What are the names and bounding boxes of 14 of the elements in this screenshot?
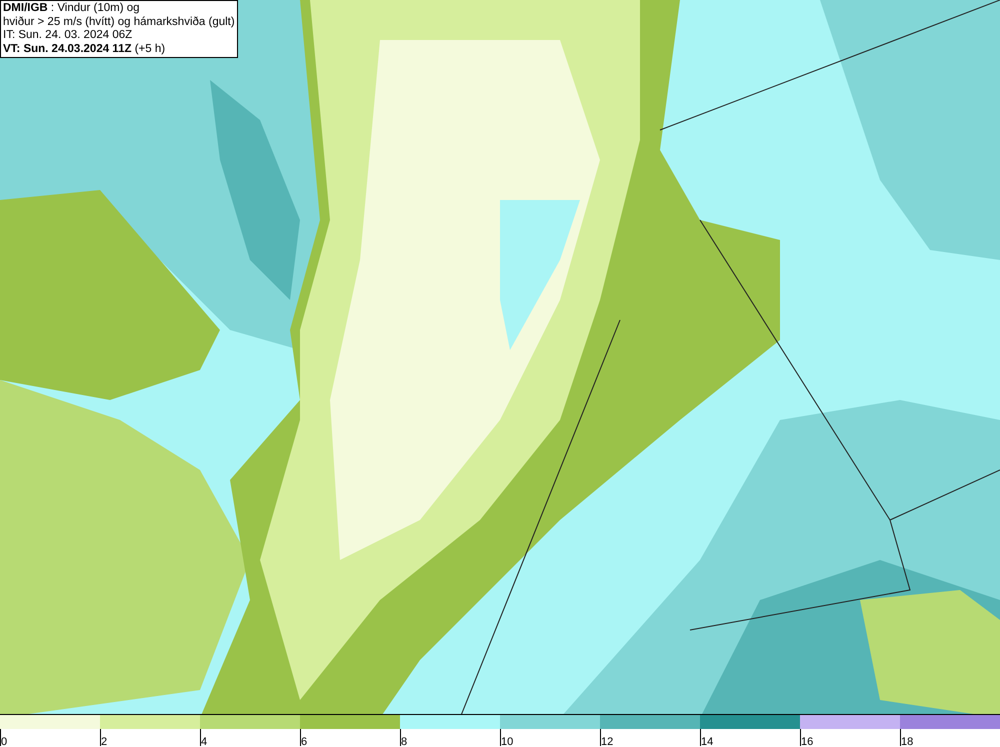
legend-tick-label: 6 bbox=[301, 736, 308, 747]
legend-tick-label: 8 bbox=[401, 736, 408, 747]
title-line: VT: Sun. 24.03.2024 11Z (+5 h) bbox=[3, 42, 166, 56]
title-line: DMI/IGB : Vindur (10m) og bbox=[3, 2, 141, 16]
legend-tick-label: 14 bbox=[701, 736, 714, 747]
legend-tick-label: 12 bbox=[601, 736, 614, 747]
legend-tick-label: 0 bbox=[1, 736, 8, 747]
legend-tick-label: 2 bbox=[101, 736, 108, 747]
title-line: hviður > 25 m/s (hvítt) og hámarkshviða (gult) bbox=[3, 16, 235, 29]
legend-tick-label: 10 bbox=[501, 736, 514, 747]
title-line: IT: Sun. 24. 03. 2024 06Z bbox=[3, 29, 134, 42]
legend-tick-label: 18 bbox=[901, 736, 914, 747]
legend-tick-label: 4 bbox=[201, 736, 208, 747]
legend-tick-label: 16 bbox=[801, 736, 814, 747]
